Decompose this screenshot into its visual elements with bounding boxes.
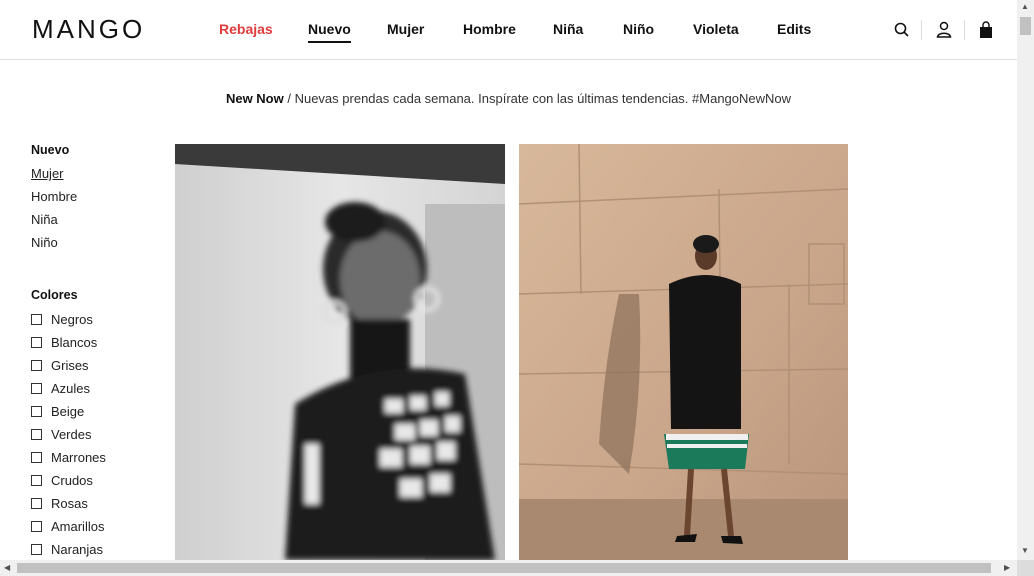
product-image[interactable] (175, 144, 505, 560)
checkbox[interactable] (31, 429, 42, 440)
sidebar-item-nina[interactable]: Niña (31, 212, 161, 235)
color-label: Naranjas (51, 542, 104, 557)
color-label: Grises (51, 358, 89, 373)
checkbox[interactable] (31, 498, 42, 509)
user-icon[interactable] (935, 20, 953, 40)
checkbox[interactable] (31, 544, 42, 555)
color-label: Marrones (51, 450, 106, 465)
header-divider (921, 20, 922, 40)
color-label: Blancos (51, 335, 98, 350)
color-option[interactable]: Grises (31, 358, 106, 381)
nav-mujer[interactable]: Mujer (387, 21, 424, 37)
horizontal-scrollbar[interactable]: ◀ ▶ (0, 560, 1017, 576)
category-sidebar: Nuevo Mujer Hombre Niña Niño (31, 143, 161, 258)
color-label: Amarillos (51, 519, 105, 534)
checkbox[interactable] (31, 406, 42, 417)
nav-nina[interactable]: Niña (553, 21, 583, 37)
header-divider (964, 20, 965, 40)
promo-bold: New Now (225, 91, 284, 106)
color-option[interactable]: Crudos (31, 473, 106, 496)
sidebar-item-mujer[interactable]: Mujer (31, 166, 161, 189)
color-label: Crudos (51, 473, 93, 488)
nav-edits[interactable]: Edits (777, 21, 811, 37)
sidebar-item-hombre[interactable]: Hombre (31, 189, 161, 212)
nav-rebajas[interactable]: Rebajas (219, 21, 273, 37)
promo-text: / Nuevas prendas cada semana. Inspírate … (283, 91, 792, 106)
color-label: Beige (51, 404, 85, 419)
scrollbar-thumb[interactable] (17, 563, 991, 573)
scroll-left-icon[interactable]: ◀ (4, 564, 10, 572)
checkbox[interactable] (31, 360, 42, 371)
promo-banner: New Now / Nuevas prendas cada semana. In… (0, 91, 1017, 106)
checkbox[interactable] (31, 314, 42, 325)
color-label: Azules (51, 381, 91, 396)
product-image[interactable] (519, 144, 848, 560)
color-filter: Colores Negros Blancos Grises Azules Bei… (31, 288, 106, 565)
nav-violeta[interactable]: Violeta (693, 21, 739, 37)
site-header: MANGO Rebajas Nuevo Mujer Hombre Niña Ni… (0, 0, 1017, 60)
vertical-scrollbar[interactable]: ▲ ▼ (1017, 0, 1034, 560)
nav-nuevo[interactable]: Nuevo (308, 21, 351, 43)
color-label: Rosas (51, 496, 88, 511)
mango-logo[interactable]: MANGO (32, 14, 145, 45)
color-option[interactable]: Rosas (31, 496, 106, 519)
checkbox[interactable] (31, 383, 42, 394)
scroll-up-icon[interactable]: ▲ (1021, 3, 1029, 11)
checkbox[interactable] (31, 475, 42, 486)
color-option[interactable]: Verdes (31, 427, 106, 450)
color-option[interactable]: Negros (31, 312, 106, 335)
checkbox[interactable] (31, 337, 42, 348)
checkbox[interactable] (31, 452, 42, 463)
scrollbar-corner (1017, 560, 1034, 576)
bag-icon[interactable] (977, 20, 995, 40)
color-option[interactable]: Marrones (31, 450, 106, 473)
color-option[interactable]: Beige (31, 404, 106, 427)
color-option[interactable]: Azules (31, 381, 106, 404)
color-label: Negros (51, 312, 93, 327)
nav-hombre[interactable]: Hombre (463, 21, 516, 37)
search-icon[interactable] (893, 20, 911, 40)
color-option[interactable]: Blancos (31, 335, 106, 358)
scrollbar-thumb[interactable] (1020, 17, 1031, 35)
color-filter-title: Colores (31, 288, 78, 302)
sidebar-title: Nuevo (31, 143, 70, 157)
scroll-right-icon[interactable]: ▶ (1004, 564, 1010, 572)
color-label: Verdes (51, 427, 92, 442)
sidebar-item-nino[interactable]: Niño (31, 235, 161, 258)
checkbox[interactable] (31, 521, 42, 532)
color-option[interactable]: Amarillos (31, 519, 106, 542)
nav-nino[interactable]: Niño (623, 21, 654, 37)
scroll-down-icon[interactable]: ▼ (1021, 547, 1029, 555)
